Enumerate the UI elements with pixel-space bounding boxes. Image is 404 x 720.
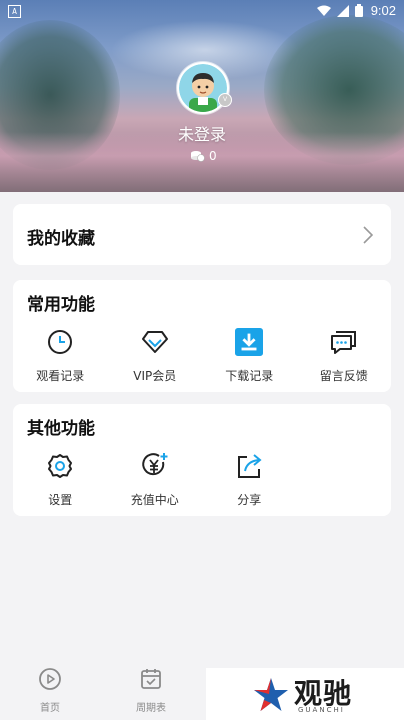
recharge-icon [141, 452, 169, 480]
battery-icon [354, 4, 363, 17]
clock-time: 9:02 [370, 3, 396, 18]
recharge-label: 充值中心 [130, 493, 179, 507]
coins-icon [191, 151, 205, 162]
guanchi-watermark: 观驰 GUANCHI [206, 668, 404, 720]
chevron-right-icon [363, 226, 373, 244]
feedback-label: 留言反馈 [319, 369, 368, 383]
username[interactable]: 未登录 [0, 121, 404, 145]
vip-label: VIP会员 [133, 369, 177, 383]
calendar-icon [141, 669, 161, 689]
vip-button[interactable]: VIP会员 [108, 328, 203, 384]
notification-a-icon: A [8, 5, 21, 18]
recharge-button[interactable]: 充值中心 [108, 452, 203, 508]
share-label: 分享 [237, 493, 262, 507]
download-history-label: 下载记录 [225, 369, 274, 383]
common-functions-card: 常用功能 观看记录 VIP会员 下载记录 留言反馈 [13, 280, 391, 392]
watch-history-button[interactable]: 观看记录 [13, 328, 108, 384]
download-icon [235, 328, 264, 356]
play-icon [39, 668, 61, 690]
diamond-icon [141, 328, 169, 356]
coin-count: 0 [209, 149, 217, 163]
download-history-button[interactable]: 下载记录 [202, 328, 297, 384]
settings-label: 设置 [48, 493, 73, 507]
nav-schedule-label: 周期表 [136, 703, 166, 714]
nav-schedule[interactable]: 周期表 [121, 667, 181, 714]
other-functions-title: 其他功能 [27, 419, 95, 439]
favorites-title: 我的收藏 [27, 229, 95, 249]
star-logo-icon [254, 678, 288, 711]
feedback-button[interactable]: 留言反馈 [297, 328, 392, 384]
share-icon [235, 452, 263, 480]
clock-icon [46, 328, 74, 356]
common-functions-title: 常用功能 [27, 295, 95, 315]
wifi-icon [316, 5, 331, 16]
settings-button[interactable]: 设置 [13, 452, 108, 508]
watermark-subtext: GUANCHI [298, 706, 345, 714]
favorites-card[interactable]: 我的收藏 [13, 204, 391, 265]
nav-home-label: 首页 [40, 703, 60, 714]
watch-history-label: 观看记录 [36, 369, 85, 383]
status-bar: A 9:02 [0, 0, 404, 22]
share-button[interactable]: 分享 [202, 452, 297, 508]
message-icon [330, 328, 358, 356]
vip-badge-icon: V [218, 93, 232, 107]
nav-home[interactable]: 首页 [20, 667, 80, 714]
gear-icon [46, 452, 74, 480]
other-functions-card: 其他功能 设置 充值中心 分享 [13, 404, 391, 516]
signal-icon [336, 4, 349, 17]
coin-balance: 0 [191, 149, 217, 163]
